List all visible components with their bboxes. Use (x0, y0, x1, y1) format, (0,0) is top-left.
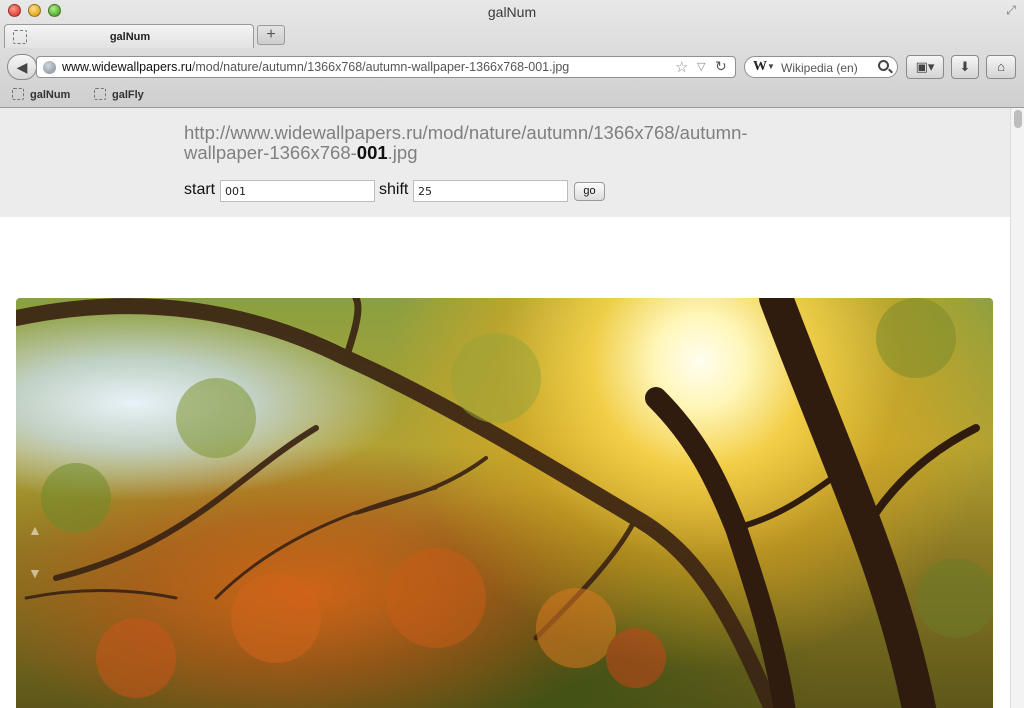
address-text[interactable]: www.widewallpapers.ru/mod/nature/autumn/… (62, 60, 569, 74)
bookmark-galfly[interactable]: galFly (94, 88, 144, 101)
search-engine-caret-icon[interactable]: ▼ (767, 62, 775, 71)
bookmark-label: galFly (112, 89, 144, 101)
tree-branches (16, 298, 993, 708)
download-button[interactable]: ⬇ (951, 55, 979, 79)
shift-input[interactable] (413, 180, 568, 202)
home-button[interactable]: ⌂ (986, 55, 1016, 79)
window-title: galNum (487, 4, 537, 20)
slideshow-up-icon[interactable]: ▲ (28, 522, 42, 538)
start-label: start (184, 181, 216, 198)
scrollbar-thumb[interactable] (1014, 110, 1022, 128)
reload-icon[interactable]: ↻ (715, 58, 727, 75)
tab-bar: galNum + (0, 22, 1024, 48)
shift-label: shift (379, 181, 409, 198)
tab-label: galNum (109, 31, 151, 43)
screenshot-icon: ▣▾ (915, 59, 935, 74)
bookmarks-bar: galNum galFly (0, 84, 1024, 106)
new-tab-button[interactable]: + (257, 25, 285, 45)
vertical-scrollbar[interactable] (1010, 108, 1024, 708)
back-arrow-icon: ◀ (16, 59, 28, 75)
browser-chrome: galNum ⤢ galNum + ◀ www.widewallpapers.r… (0, 0, 1024, 108)
globe-icon (43, 61, 56, 74)
download-icon: ⬇ (959, 59, 971, 74)
bookmark-icon (94, 88, 106, 100)
fullscreen-icon[interactable]: ⤢ (1004, 3, 1018, 17)
navigation-toolbar: ◀ www.widewallpapers.ru/mod/nature/autum… (0, 48, 1024, 84)
star-icon[interactable]: ☆ (675, 58, 688, 76)
gallery-header: http://www.widewallpapers.ru/mod/nature/… (0, 108, 1010, 217)
address-path: /mod/nature/autumn/1366x768/autumn-wallp… (191, 60, 570, 74)
address-host: www.widewallpapers.ru (62, 60, 192, 74)
search-bar[interactable]: W ▼ Wikipedia (en) (744, 56, 898, 78)
home-icon: ⌂ (997, 59, 1005, 74)
image-url: http://www.widewallpapers.ru/mod/nature/… (184, 123, 804, 163)
reader-dropdown-icon[interactable]: ▽ (697, 60, 705, 73)
image-url-suffix: .jpg (387, 142, 418, 163)
title-bar: galNum ⤢ (0, 0, 1024, 22)
search-icon[interactable] (878, 60, 889, 71)
tab-galnum[interactable]: galNum (4, 24, 254, 48)
slideshow-down-icon[interactable]: ▼ (28, 565, 42, 581)
search-engine-icon[interactable]: W (753, 59, 767, 75)
image-url-prefix: http://www.widewallpapers.ru/mod/nature/… (184, 122, 748, 163)
bookmark-label: galNum (30, 89, 71, 101)
start-input[interactable] (220, 180, 375, 202)
bookmark-galnum[interactable]: galNum (12, 88, 70, 101)
go-button[interactable]: go (574, 182, 605, 201)
image-url-number: 001 (356, 142, 388, 163)
bookmark-icon (12, 88, 24, 100)
search-input[interactable]: Wikipedia (en) (781, 61, 858, 75)
autumn-wallpaper-image (16, 298, 993, 708)
screenshot-button[interactable]: ▣▾ (906, 55, 944, 79)
address-bar[interactable]: www.widewallpapers.ru/mod/nature/autumn/… (36, 56, 736, 78)
back-button[interactable]: ◀ (7, 54, 37, 80)
